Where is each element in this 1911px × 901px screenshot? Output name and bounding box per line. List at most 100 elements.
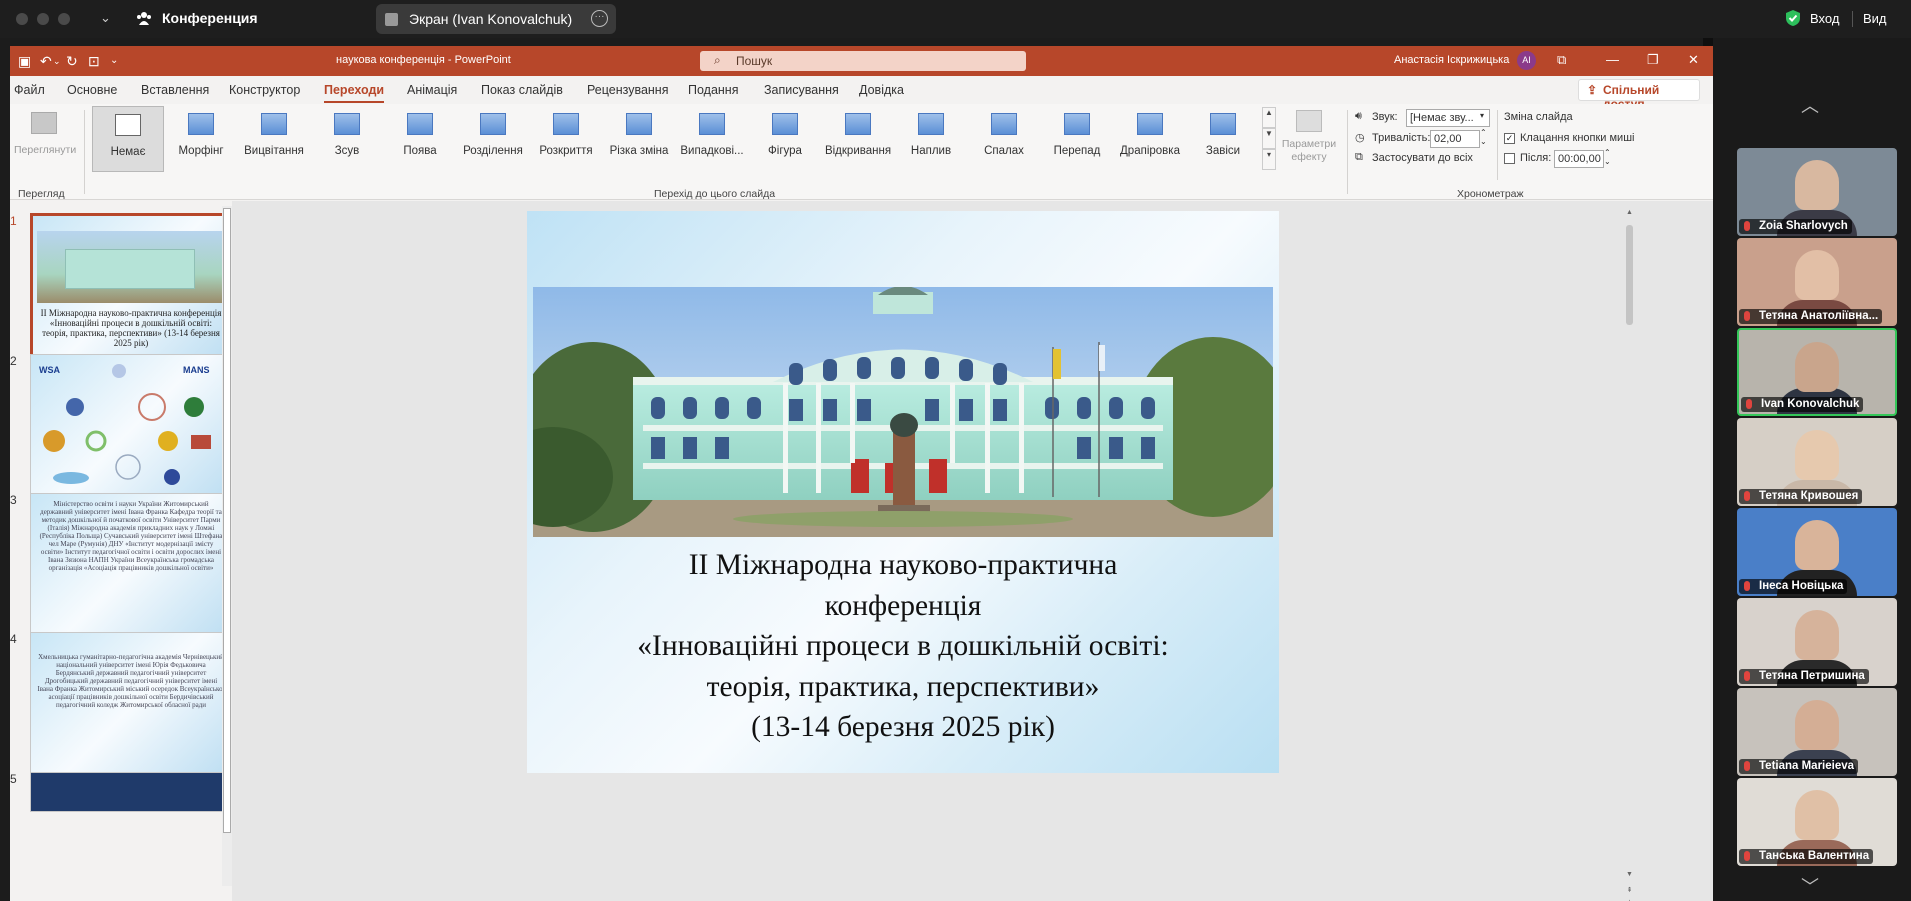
- transition-cut[interactable]: Різка зміна: [603, 106, 675, 172]
- tab-animations[interactable]: Анімація: [407, 83, 457, 97]
- slide-thumbnail-5[interactable]: [30, 772, 232, 812]
- window-close-button[interactable]: [16, 13, 28, 25]
- participant-video-tile[interactable]: Інеса Новіцька: [1737, 508, 1897, 596]
- window-maximize-button[interactable]: [58, 13, 70, 25]
- after-checkbox[interactable]: [1504, 153, 1515, 164]
- gallery-down-icon[interactable]: ▼: [1262, 128, 1276, 149]
- undo-dropdown-icon[interactable]: ⌄: [53, 56, 61, 67]
- apply-all-button[interactable]: Застосувати до всіх: [1372, 152, 1473, 164]
- transition-curtains[interactable]: Завіси: [1187, 106, 1259, 172]
- share-button[interactable]: ⇪ Спільний доступ: [1578, 79, 1700, 111]
- more-options-icon[interactable]: ···: [591, 10, 608, 27]
- screen-share-icon: [385, 13, 398, 26]
- transition-cover[interactable]: Наплив: [895, 106, 967, 172]
- minimize-icon[interactable]: —: [1606, 52, 1619, 67]
- editor-scrollbar[interactable]: ▲ ▼ ⇞ ⇟: [1624, 209, 1635, 901]
- participant-video-tile[interactable]: Тетяна Петришина: [1737, 598, 1897, 686]
- tab-transitions[interactable]: Переходи: [324, 83, 385, 103]
- transition-push[interactable]: Зсув: [311, 106, 383, 172]
- prev-slide-icon[interactable]: ⇞: [1624, 886, 1635, 897]
- participant-video-tile[interactable]: Тетяна Кривошея: [1737, 418, 1897, 506]
- tab-record[interactable]: Записування: [764, 83, 839, 97]
- thumbnail-text: Хмельницька гуманітарно-педагогічна акад…: [37, 653, 225, 709]
- transition-shape[interactable]: Фігура: [749, 106, 821, 172]
- transition-drape[interactable]: Драпіровка: [1114, 106, 1186, 172]
- after-input[interactable]: 00:00,00: [1554, 150, 1604, 168]
- redo-icon[interactable]: ↻: [66, 53, 78, 70]
- ribbon-display-icon[interactable]: ⧉: [1557, 52, 1566, 68]
- window-minimize-button[interactable]: [37, 13, 49, 25]
- transition-label: Спалах: [984, 145, 1024, 157]
- current-slide[interactable]: ІІ Міжнародна науково-практична конферен…: [527, 211, 1279, 773]
- transition-none[interactable]: Немає: [92, 106, 164, 172]
- tab-home[interactable]: Основне: [67, 83, 117, 97]
- transition-drape-icon: [1137, 113, 1163, 135]
- on-click-checkbox[interactable]: ✓: [1504, 133, 1515, 144]
- transition-label: Завіси: [1205, 145, 1241, 157]
- tab-help[interactable]: Довідка: [859, 83, 904, 97]
- slide-thumbnail-1[interactable]: ІІ Міжнародна науково-практична конферен…: [30, 213, 232, 371]
- scroll-thumb[interactable]: [1626, 225, 1633, 325]
- effect-options-button[interactable]: Параметри ефекту: [1278, 108, 1340, 172]
- title-line: теорія, практика, перспективи»: [706, 670, 1100, 703]
- transition-fade[interactable]: Вицвітання: [238, 106, 310, 172]
- login-button[interactable]: Вход: [1810, 11, 1839, 26]
- scroll-down-icon[interactable]: ﹀: [1801, 873, 1819, 899]
- participant-video-tile[interactable]: Zoia Sharlovych: [1737, 148, 1897, 236]
- transition-split[interactable]: Розділення: [457, 106, 529, 172]
- transition-reveal[interactable]: Розкриття: [530, 106, 602, 172]
- spinner-icon[interactable]: ⌃ ⌄: [1480, 128, 1487, 146]
- gallery-more-icon[interactable]: ▾: [1262, 149, 1276, 170]
- screen-share-pill[interactable]: Экран (Ivan Konovalchuk) ···: [376, 4, 616, 34]
- apply-all-icon: ⧉: [1355, 151, 1363, 163]
- participant-video-tile[interactable]: Тетяна Анатоліївна...: [1737, 238, 1897, 326]
- view-button[interactable]: Вид: [1863, 11, 1887, 26]
- zoom-top-bar: ⌄ Конференция Экран (Ivan Konovalchuk) ·…: [0, 0, 1911, 38]
- participant-video-tile[interactable]: Танська Валентина: [1737, 778, 1897, 866]
- transition-label: Розділення: [463, 145, 523, 157]
- transition-random-bars[interactable]: Випадкові...: [676, 106, 748, 172]
- preview-button[interactable]: Переглянути: [14, 108, 76, 170]
- customize-toolbar-icon[interactable]: ⌄: [110, 55, 118, 66]
- transition-flash[interactable]: Спалах: [968, 106, 1040, 172]
- slide-thumbnail-4[interactable]: Хмельницька гуманітарно-педагогічна акад…: [30, 632, 232, 784]
- duration-input[interactable]: 02,00: [1430, 130, 1480, 148]
- participant-video-tile[interactable]: Tetiana Marieieva: [1737, 688, 1897, 776]
- spinner-icon[interactable]: ⌃ ⌄: [1604, 148, 1611, 166]
- participant-video-tile[interactable]: Ivan Konovalchuk: [1737, 328, 1897, 416]
- undo-icon[interactable]: ↶: [40, 53, 52, 70]
- slide-title[interactable]: ІІ Міжнародна науково-практична конферен…: [547, 545, 1259, 748]
- chevron-down-icon[interactable]: ⌄: [100, 10, 111, 26]
- tab-view[interactable]: Подання: [688, 83, 738, 97]
- participant-face: [1795, 160, 1839, 210]
- slide-thumbnail-2[interactable]: WSA MANS: [30, 354, 232, 506]
- scroll-down-icon[interactable]: ▼: [1624, 871, 1635, 882]
- tab-slideshow[interactable]: Показ слайдів: [481, 83, 563, 97]
- sound-select[interactable]: [Немає зву...: [1406, 109, 1490, 127]
- save-icon[interactable]: ▣: [18, 53, 31, 70]
- tab-file[interactable]: Файл: [14, 83, 45, 97]
- scroll-up-icon[interactable]: ▲: [1624, 209, 1635, 220]
- powerpoint-window: ▣ ↶ ⌄ ↻ ⊡ ⌄ наукова конференція - PowerP…: [10, 46, 1713, 901]
- slide-thumbnail-3[interactable]: Міністерство освіти і науки України Жито…: [30, 493, 232, 645]
- transition-wipe[interactable]: Поява: [384, 106, 456, 172]
- transition-uncover[interactable]: Відкривання: [822, 106, 894, 172]
- tab-review[interactable]: Рецензування: [587, 83, 668, 97]
- restore-icon[interactable]: ❐: [1647, 52, 1659, 68]
- user-name[interactable]: Анастасія Іскрижицька: [1394, 54, 1509, 66]
- avatar[interactable]: АІ: [1517, 51, 1536, 70]
- search-box[interactable]: ⌕ Пошук: [700, 51, 1026, 71]
- mic-muted-icon: [1744, 761, 1750, 771]
- transition-morph[interactable]: Морфінг: [165, 106, 237, 172]
- participant-face: [1795, 430, 1839, 480]
- scroll-up-icon[interactable]: ︿: [1801, 92, 1819, 118]
- transition-uncover-icon: [845, 113, 871, 135]
- gallery-up-icon[interactable]: ▲: [1262, 107, 1276, 128]
- thumbnails-scrollbar[interactable]: [222, 206, 232, 886]
- close-icon[interactable]: ✕: [1688, 52, 1699, 68]
- transition-fall-over[interactable]: Перепад: [1041, 106, 1113, 172]
- tab-design[interactable]: Конструктор: [229, 83, 300, 97]
- present-icon[interactable]: ⊡: [88, 53, 100, 70]
- tab-insert[interactable]: Вставлення: [141, 83, 209, 97]
- participant-face: [1795, 700, 1839, 750]
